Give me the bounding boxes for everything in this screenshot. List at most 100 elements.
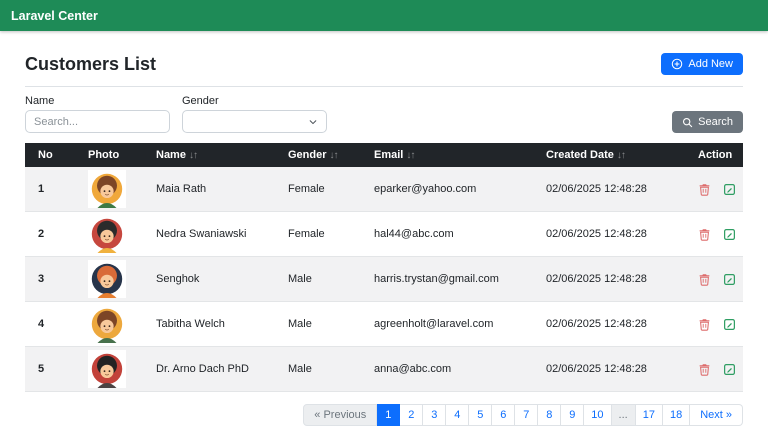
row-number: 3 [25,256,80,303]
search-button-label: Search [698,116,733,128]
name-filter-group: Name [25,95,170,134]
delete-button[interactable] [698,273,711,286]
pencil-square-icon [723,228,736,241]
filter-bar: Name Gender Search [25,95,743,134]
photo-cell [80,167,148,213]
column-header-created-date[interactable]: Created Date ↓↑ [538,143,690,168]
gender-select[interactable] [182,110,327,134]
edit-button[interactable] [723,363,736,376]
app-brand[interactable]: Laravel Center [11,9,98,23]
pagination-page-4[interactable]: 4 [446,404,470,427]
customer-name: Dr. Arno Dach PhD [148,346,280,393]
pencil-square-icon [723,273,736,286]
add-new-button[interactable]: Add New [661,53,743,76]
pagination-page-3[interactable]: 3 [423,404,447,427]
pagination-page-10[interactable]: 10 [584,404,612,427]
column-header-no: No [25,143,80,168]
table-header-row: No Photo Name ↓↑ Gender ↓↑ Email ↓↑ Created… [25,143,743,168]
column-header-photo: Photo [80,143,148,168]
trash-icon [698,183,711,196]
edit-button[interactable] [723,318,736,331]
customer-gender: Male [280,301,366,348]
delete-button[interactable] [698,228,711,241]
customers-table: No Photo Name ↓↑ Gender ↓↑ Email ↓↑ Created… [25,143,743,393]
name-search-input[interactable] [25,110,170,134]
pagination-previous[interactable]: « Previous [303,404,378,427]
customer-gender: Female [280,167,366,213]
pagination-page-18[interactable]: 18 [662,404,691,427]
pencil-square-icon [723,363,736,376]
magnifier-icon [682,117,693,128]
photo-cell [80,256,148,303]
table-row: 4 Tabitha Welch Male agreenholt@laravel.… [25,301,743,348]
table-row: 3 Senghok Male harris.trystan@gmail.com … [25,256,743,303]
customer-created-date: 02/06/2025 12:48:28 [538,301,690,348]
table-row: 1 Maia Rath Female eparker@yahoo.com 02/… [25,167,743,213]
customer-name: Senghok [148,256,280,303]
edit-button[interactable] [723,228,736,241]
pagination-next[interactable]: Next » [690,404,743,427]
action-cell [690,167,743,213]
column-header-action: Action [690,143,743,168]
photo-cell [80,211,148,258]
column-header-gender[interactable]: Gender ↓↑ [280,143,366,168]
pagination-page-7[interactable]: 7 [515,404,539,427]
name-filter-label: Name [25,95,55,108]
pencil-square-icon [723,318,736,331]
plus-circle-icon [671,58,683,70]
action-cell [690,346,743,393]
edit-button[interactable] [723,273,736,286]
photo-cell [80,346,148,393]
column-header-name[interactable]: Name ↓↑ [148,143,280,168]
trash-icon [698,318,711,331]
photo-cell [80,301,148,348]
customer-avatar [88,260,126,299]
gender-filter-group: Gender [182,95,327,134]
row-number: 1 [25,167,80,213]
row-number: 5 [25,346,80,393]
page-title: Customers List [25,53,157,74]
search-button[interactable]: Search [672,111,743,134]
customer-created-date: 02/06/2025 12:48:28 [538,211,690,258]
column-header-email[interactable]: Email ↓↑ [366,143,538,168]
pagination-page-1[interactable]: 1 [377,404,401,427]
customer-name: Tabitha Welch [148,301,280,348]
delete-button[interactable] [698,363,711,376]
trash-icon [698,273,711,286]
customer-created-date: 02/06/2025 12:48:28 [538,256,690,303]
sort-icon[interactable]: ↓↑ [189,150,198,161]
top-navbar: Laravel Center [0,0,768,31]
edit-button[interactable] [723,183,736,196]
sort-icon[interactable]: ↓↑ [617,150,626,161]
delete-button[interactable] [698,318,711,331]
customer-name: Maia Rath [148,167,280,213]
customer-gender: Male [280,346,366,393]
pencil-square-icon [723,183,736,196]
customer-email: hal44@abc.com [366,211,538,258]
pagination: « Previous 1 2 3 4 5 6 7 8 9 10 ... 17 1… [303,404,743,427]
customer-created-date: 02/06/2025 12:48:28 [538,346,690,393]
customer-email: eparker@yahoo.com [366,167,538,213]
action-cell [690,211,743,258]
pagination-ellipsis: ... [611,404,636,427]
table-row: 5 Dr. Arno Dach PhD Male anna@abc.com 02… [25,346,743,393]
pagination-page-2[interactable]: 2 [400,404,424,427]
customer-avatar [88,305,126,344]
pagination-page-17[interactable]: 17 [635,404,663,427]
table-row: 2 Nedra Swaniawski Female hal44@abc.com … [25,211,743,258]
customer-avatar [88,350,126,389]
pagination-page-9[interactable]: 9 [561,404,585,427]
sort-icon[interactable]: ↓↑ [406,150,415,161]
sort-icon[interactable]: ↓↑ [330,150,339,161]
delete-button[interactable] [698,183,711,196]
pagination-page-6[interactable]: 6 [492,404,516,427]
pagination-page-8[interactable]: 8 [538,404,562,427]
customer-email: harris.trystan@gmail.com [366,256,538,303]
trash-icon [698,228,711,241]
pagination-page-5[interactable]: 5 [469,404,493,427]
customer-gender: Male [280,256,366,303]
customer-created-date: 02/06/2025 12:48:28 [538,167,690,213]
row-number: 2 [25,211,80,258]
customer-avatar [88,170,126,209]
customer-avatar [88,215,126,254]
